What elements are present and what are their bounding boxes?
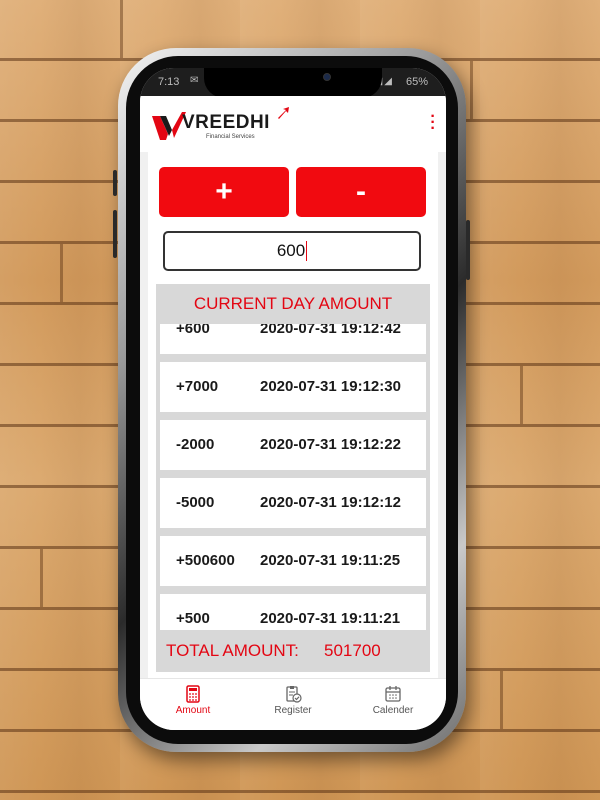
- logo-subtitle: Financial Services: [206, 134, 255, 140]
- transaction-amount: +500: [176, 610, 210, 627]
- list-item[interactable]: +600 2020-07-31 19:12:42: [160, 324, 426, 354]
- list-item[interactable]: +7000 2020-07-31 19:12:30: [160, 362, 426, 412]
- transaction-time: 2020-07-31 19:12:12: [260, 494, 401, 511]
- current-day-panel: CURRENT DAY AMOUNT +600 2020-07-31 19:12…: [156, 284, 430, 672]
- logo-text: VREEDHI: [182, 112, 270, 133]
- overflow-menu-icon[interactable]: · · ·: [430, 109, 436, 137]
- calculator-icon: [186, 685, 200, 703]
- transaction-amount: -5000: [176, 494, 215, 511]
- total-amount-bar: TOTAL AMOUNT: 501700: [156, 634, 430, 668]
- list-item[interactable]: +500600 2020-07-31 19:11:25: [160, 536, 426, 586]
- vreedhi-logo: VREEDHI Financial Services: [152, 106, 292, 142]
- camera-icon: [323, 73, 331, 81]
- transaction-time: 2020-07-31 19:11:25: [260, 552, 401, 569]
- nav-label-register: Register: [274, 705, 312, 716]
- transaction-list[interactable]: +600 2020-07-31 19:12:42 +7000 2020-07-3…: [156, 324, 430, 630]
- plank-seam: [470, 61, 473, 119]
- status-time: 7:13: [158, 76, 180, 88]
- notification-icons: ✉: [190, 75, 199, 86]
- transaction-amount: -2000: [176, 436, 215, 453]
- transaction-time: 2020-07-31 19:12:22: [260, 436, 401, 453]
- list-item[interactable]: -2000 2020-07-31 19:12:22: [160, 420, 426, 470]
- transaction-amount: +600: [176, 324, 210, 337]
- nav-item-calender[interactable]: Calender: [348, 685, 438, 725]
- total-amount-value: 501700: [324, 641, 381, 660]
- content-card: + - 600 CURRENT DAY AMOUNT +600 2020-07-…: [148, 152, 438, 678]
- transaction-time: 2020-07-31 19:12:42: [260, 324, 401, 337]
- nav-label-amount: Amount: [175, 705, 211, 716]
- transaction-time: 2020-07-31 19:12:30: [260, 378, 401, 395]
- subtract-amount-button[interactable]: -: [296, 167, 426, 217]
- list-item[interactable]: -5000 2020-07-31 19:12:12: [160, 478, 426, 528]
- bottom-navigation: Amount Register Calender: [140, 678, 446, 730]
- volume-button: [113, 210, 117, 258]
- plank-seam: [40, 549, 43, 607]
- clipboard-check-icon: [286, 686, 302, 703]
- nav-item-amount[interactable]: Amount: [148, 685, 238, 725]
- main-content: + - 600 CURRENT DAY AMOUNT +600 2020-07-…: [140, 152, 446, 678]
- battery-level: 65%: [405, 76, 428, 88]
- list-item[interactable]: +500 2020-07-31 19:11:21: [160, 594, 426, 630]
- add-amount-button[interactable]: +: [159, 167, 289, 217]
- nav-item-register[interactable]: Register: [248, 685, 338, 725]
- text-caret: [306, 241, 308, 261]
- transaction-amount: +7000: [176, 378, 219, 395]
- history-title: CURRENT DAY AMOUNT: [193, 294, 393, 313]
- logo-arrow-icon: [278, 107, 289, 119]
- transaction-time: 2020-07-31 19:11:21: [260, 610, 401, 627]
- phone-screen: 7:13 ✉ ◢◢ 65% VREEDHI Financial Services…: [140, 68, 446, 730]
- plank-seam: [60, 244, 63, 302]
- nav-label-calender: Calender: [372, 705, 414, 716]
- total-amount-label: TOTAL AMOUNT:: [166, 641, 299, 660]
- power-button: [466, 220, 470, 280]
- plank-seam: [500, 671, 503, 729]
- plank-seam: [120, 0, 123, 58]
- amount-input-value: 600: [276, 241, 306, 260]
- calendar-icon: [385, 686, 401, 702]
- notch: [204, 68, 382, 98]
- transaction-amount: +500600: [176, 552, 235, 569]
- app-bar: VREEDHI Financial Services · · ·: [140, 96, 446, 152]
- plank-seam: [520, 366, 523, 424]
- volume-button: [113, 170, 117, 196]
- amount-input[interactable]: 600: [163, 231, 421, 271]
